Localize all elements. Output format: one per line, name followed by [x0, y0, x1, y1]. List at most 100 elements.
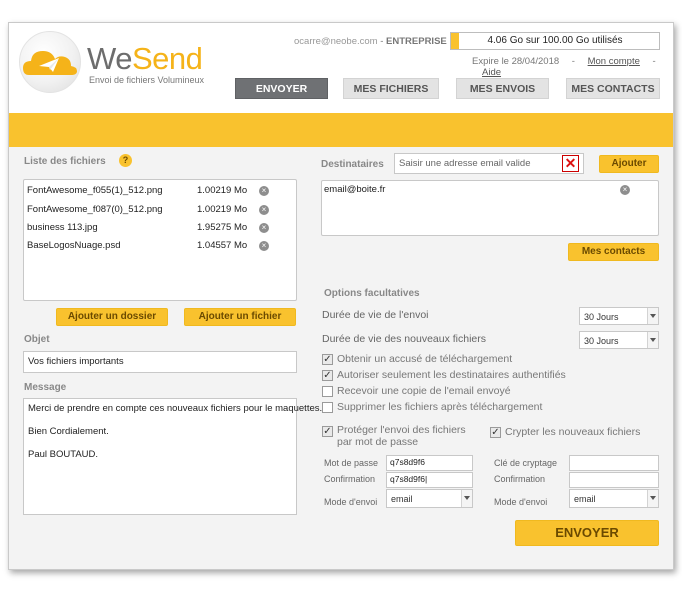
- authenticated-only-label: Autoriser seulement les destinataires au…: [337, 369, 566, 381]
- confirm-password-input[interactable]: q7s8d9f6|: [386, 472, 473, 488]
- clear-input-icon[interactable]: ✕: [562, 155, 579, 172]
- file-list: FontAwesome_f055(1)_512.png 1.00219 Mo ×…: [23, 179, 297, 301]
- file-row: FontAwesome_f055(1)_512.png 1.00219 Mo ×: [27, 185, 295, 199]
- remove-file-icon[interactable]: ×: [259, 186, 269, 196]
- account-type: ENTREPRISE: [386, 36, 447, 47]
- password-label: Mot de passe: [324, 458, 379, 468]
- delete-after-download-label: Supprimer les fichiers après téléchargem…: [337, 401, 543, 413]
- protect-password-label-line1: Protéger l'envoi des fichiers: [337, 424, 466, 436]
- file-row: BaseLogosNuage.psd 1.04557 Mo ×: [27, 240, 295, 254]
- crypt-files-label: Crypter les nouveaux fichiers: [505, 426, 641, 438]
- expire-date: Expire le 28/04/2018: [472, 56, 560, 67]
- protect-password-label-line2: par mot de passe: [337, 436, 419, 448]
- cloud-send-icon: [23, 51, 77, 75]
- tab-mes-contacts[interactable]: MES CONTACTS: [566, 78, 660, 99]
- tab-mes-fichiers[interactable]: MES FICHIERS: [343, 78, 439, 99]
- recipient-email-placeholder: Saisir une adresse email valide: [399, 158, 531, 169]
- message-textarea[interactable]: Merci de prendre en compte ces nouveaux …: [23, 398, 323, 515]
- remove-recipient-icon[interactable]: ×: [620, 185, 630, 195]
- send-mode-label: Mode d'envoi: [324, 497, 378, 507]
- file-row: FontAwesome_f087(0)_512.png 1.00219 Mo ×: [27, 204, 295, 218]
- account-link[interactable]: Mon compte: [588, 56, 640, 67]
- recipients-label: Destinataires: [321, 159, 384, 170]
- brand-tagline: Envoi de fichiers Volumineux: [89, 75, 205, 85]
- expire-line: Expire le 28/04/2018 - Mon compte - Aide: [472, 56, 673, 78]
- copy-email-checkbox[interactable]: [322, 386, 333, 397]
- header-accent-band: [9, 113, 673, 147]
- crypt-key-confirm-label: Confirmation: [494, 474, 546, 484]
- password-input[interactable]: q7s8d9f6: [386, 455, 473, 471]
- file-name: business 113.jpg: [27, 222, 98, 233]
- options-title: Options facultatives: [324, 288, 420, 299]
- add-file-button[interactable]: Ajouter un fichier: [184, 308, 296, 326]
- chevron-down-icon: [647, 332, 658, 348]
- my-contacts-button[interactable]: Mes contacts: [568, 243, 659, 261]
- key-send-mode-label: Mode d'envoi: [494, 497, 548, 507]
- chevron-down-icon: [461, 490, 472, 507]
- message-line: Merci de prendre en compte ces nouveaux …: [28, 403, 323, 414]
- brand-logo[interactable]: WeSend: [87, 41, 203, 77]
- objet-input[interactable]: Vos fichiers importants: [23, 351, 297, 373]
- new-files-lifetime-label: Durée de vie des nouveaux fichiers: [322, 333, 487, 345]
- key-send-mode-select[interactable]: email: [569, 489, 659, 508]
- file-size: 1.00219 Mo: [197, 185, 248, 196]
- new-files-lifetime-select-value: 30 Jours: [584, 336, 619, 346]
- protect-password-checkbox[interactable]: ✓: [322, 426, 333, 437]
- lifetime-select-value: 30 Jours: [584, 312, 619, 322]
- account-info: ocarre@neobe.com - ENTREPRISE: [294, 36, 447, 47]
- file-name: FontAwesome_f055(1)_512.png: [27, 185, 163, 196]
- crypt-key-input[interactable]: [569, 455, 659, 471]
- app-window: WeSend Envoi de fichiers Volumineux ocar…: [8, 22, 674, 570]
- file-size: 1.04557 Mo: [197, 240, 248, 251]
- message-line: Paul BOUTAUD.: [28, 449, 99, 460]
- chevron-down-icon: [647, 490, 658, 507]
- account-separator: -: [377, 36, 387, 47]
- file-name: FontAwesome_f087(0)_512.png: [27, 204, 163, 215]
- submit-send-button[interactable]: ENVOYER: [515, 520, 659, 546]
- recipient-email-input[interactable]: Saisir une adresse email valide: [394, 153, 584, 174]
- quota-bar: 4.06 Go sur 100.00 Go utilisés: [450, 32, 660, 50]
- account-email: ocarre@neobe.com: [294, 36, 378, 47]
- recipient-list: email@boite.fr ×: [321, 180, 659, 236]
- crypt-key-confirm-input[interactable]: [569, 472, 659, 488]
- crypt-files-checkbox[interactable]: ✓: [490, 427, 501, 438]
- brand-name-send: Send: [131, 41, 203, 76]
- download-receipt-label: Obtenir un accusé de téléchargement: [337, 353, 513, 365]
- add-recipient-button[interactable]: Ajouter: [599, 155, 659, 173]
- lifetime-label: Durée de vie de l'envoi: [322, 309, 429, 321]
- expire-separator-1: -: [571, 56, 575, 67]
- add-folder-button[interactable]: Ajouter un dossier: [56, 308, 168, 326]
- download-receipt-checkbox[interactable]: ✓: [322, 354, 333, 365]
- copy-email-label: Recevoir une copie de l'email envoyé: [337, 385, 511, 397]
- message-label: Message: [24, 382, 67, 393]
- message-line: Bien Cordialement.: [28, 426, 109, 437]
- authenticated-only-checkbox[interactable]: ✓: [322, 370, 333, 381]
- file-size: 1.95275 Mo: [197, 222, 248, 233]
- new-files-lifetime-select[interactable]: 30 Jours: [579, 331, 659, 349]
- files-label: Liste des fichiers: [24, 156, 106, 167]
- delete-after-download-checkbox[interactable]: [322, 402, 333, 413]
- tab-mes-envois[interactable]: MES ENVOIS: [456, 78, 549, 99]
- key-send-mode-select-value: email: [574, 494, 596, 504]
- help-icon[interactable]: ?: [119, 154, 132, 167]
- remove-file-icon[interactable]: ×: [259, 241, 269, 251]
- lifetime-select[interactable]: 30 Jours: [579, 307, 659, 325]
- quota-text: 4.06 Go sur 100.00 Go utilisés: [487, 35, 623, 46]
- file-row: business 113.jpg 1.95275 Mo ×: [27, 222, 295, 236]
- remove-file-icon[interactable]: ×: [259, 205, 269, 215]
- crypt-key-label: Clé de cryptage: [494, 458, 558, 468]
- remove-file-icon[interactable]: ×: [259, 223, 269, 233]
- expire-separator-2: -: [652, 56, 656, 67]
- file-size: 1.00219 Mo: [197, 204, 248, 215]
- objet-label: Objet: [24, 334, 50, 345]
- tab-envoyer[interactable]: ENVOYER: [235, 78, 328, 99]
- confirm-password-label: Confirmation: [324, 474, 376, 484]
- header: WeSend Envoi de fichiers Volumineux ocar…: [9, 23, 673, 113]
- chevron-down-icon: [647, 308, 658, 324]
- protect-password-label: Protéger l'envoi des fichiers par mot de…: [337, 424, 466, 448]
- send-mode-select[interactable]: email: [386, 489, 473, 508]
- send-mode-select-value: email: [391, 494, 413, 504]
- help-link[interactable]: Aide: [482, 67, 501, 78]
- brand-name-we: We: [87, 41, 132, 76]
- recipient-email: email@boite.fr: [324, 184, 386, 195]
